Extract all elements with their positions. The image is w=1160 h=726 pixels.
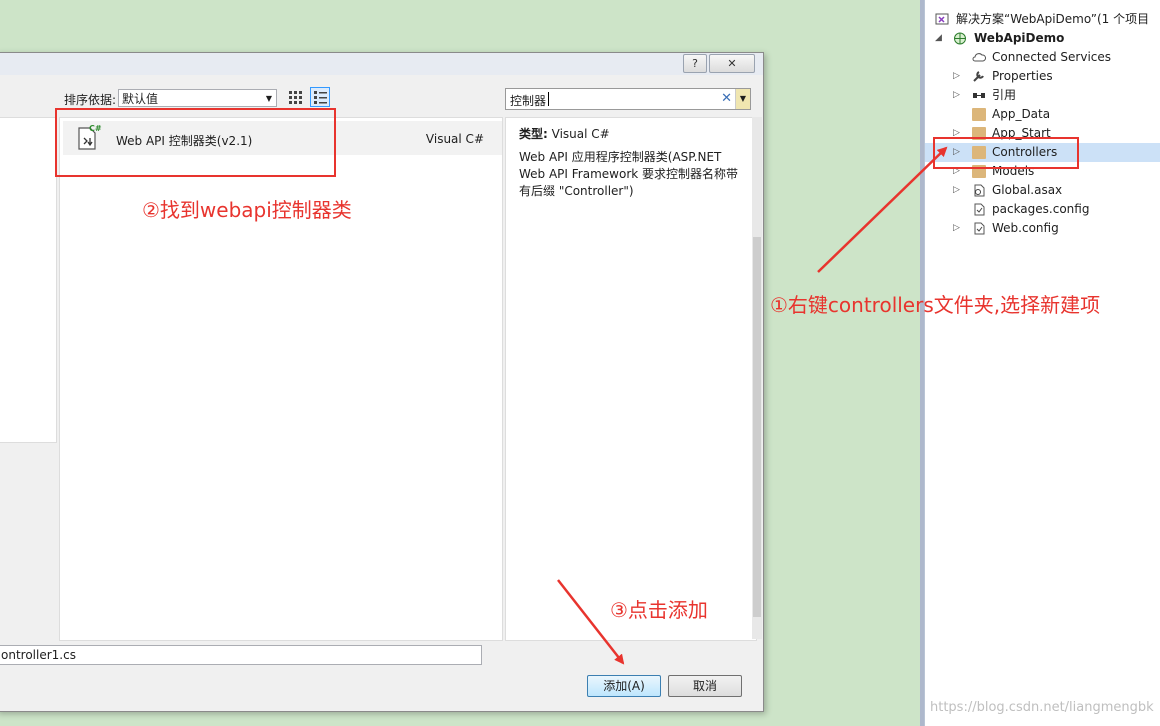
- arrow-to-controllers: [817, 146, 948, 273]
- arrow-to-add-button: [557, 579, 625, 665]
- watermark: https://blog.csdn.net/liangmengbk: [930, 700, 1154, 715]
- annotation-arrows: [557, 146, 948, 665]
